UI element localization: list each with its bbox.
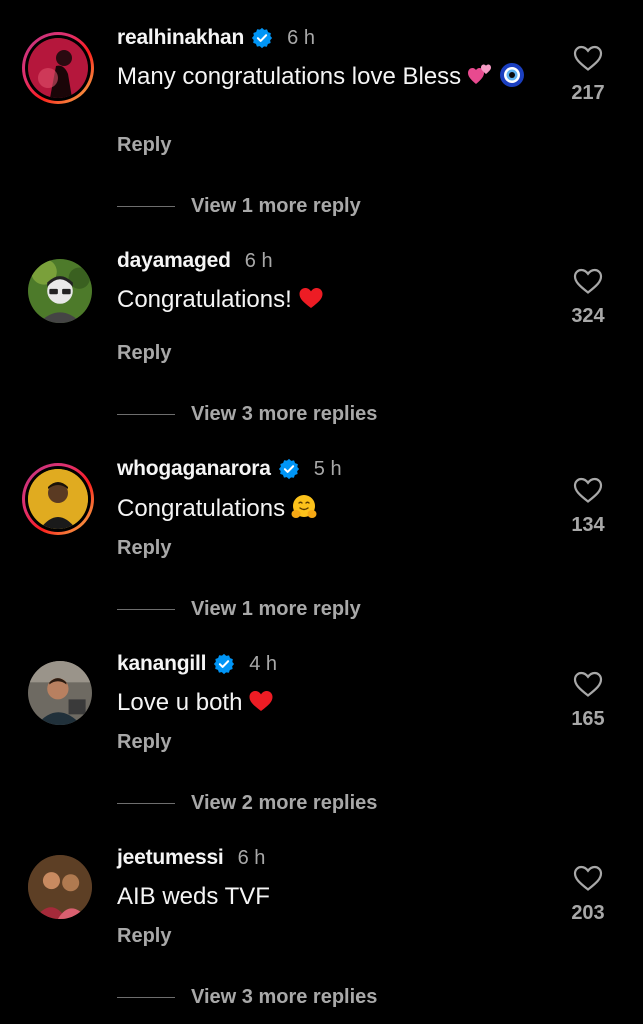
nazar-amulet-icon [500,63,525,87]
avatar[interactable] [28,661,92,725]
like-control: 134 [560,476,616,537]
comment-time: 6 h [244,249,273,272]
comment-text: AIB weds TVF [117,882,537,912]
view-replies-button[interactable]: View 1 more reply [117,192,361,220]
heart-icon[interactable] [573,864,603,892]
comment-username[interactable]: realhinakhan [117,26,244,50]
red-heart-icon [249,691,273,711]
verified-badge-icon [214,653,235,675]
heart-icon[interactable] [573,476,603,504]
divider-line [117,996,175,998]
verified-badge-icon [278,458,299,480]
comment-username[interactable]: whogaganarora [117,457,271,481]
comment-text: Many congratulations love Bless [117,62,537,92]
comment-time: 6 h [287,26,315,49]
reply-button[interactable]: Reply [117,134,171,157]
view-replies-button[interactable]: View 2 more replies [117,789,377,817]
verified-badge-icon [252,27,273,49]
avatar-image [28,38,88,98]
like-control: 324 [560,267,616,328]
comment-body: Love u both [117,689,243,716]
like-control: 165 [560,670,616,731]
avatar-image [28,259,92,323]
avatar[interactable] [22,32,94,104]
like-count: 203 [571,902,605,924]
like-count: 324 [571,305,605,327]
heart-icon[interactable] [573,44,603,72]
like-count: 217 [571,82,605,104]
view-replies-label: View 1 more reply [191,597,361,620]
divider-line [117,608,175,610]
like-count: 165 [571,708,605,730]
avatar[interactable] [28,855,92,919]
view-replies-label: View 3 more replies [191,985,378,1008]
comment-body: Many congratulations love Bless [117,63,462,90]
reply-button[interactable]: Reply [117,925,171,948]
comment-text: Congratulations! [117,285,537,315]
comment-text: Love u both [117,688,537,718]
view-replies-label: View 2 more replies [191,791,378,814]
like-count: 134 [571,514,605,536]
like-control: 217 [560,44,616,105]
reply-button[interactable]: Reply [117,537,171,560]
two-hearts-icon [468,64,492,84]
comment-username[interactable]: jeetumessi [117,846,224,870]
comment-time: 5 h [313,457,342,480]
comment-time: 6 h [237,846,266,869]
avatar-image [28,469,88,529]
heart-icon[interactable] [573,670,603,698]
view-replies-label: View 3 more replies [191,402,378,425]
comment-username[interactable]: kanangill [117,652,206,676]
comment-username[interactable]: dayamaged [117,249,231,273]
avatar[interactable] [28,259,92,323]
view-replies-button[interactable]: View 3 more replies [117,400,377,428]
red-heart-icon [299,288,323,308]
avatar-image [28,855,92,919]
comment-time: 4 h [249,652,278,675]
like-control: 203 [560,864,616,925]
avatar-image [28,661,92,725]
reply-button[interactable]: Reply [117,342,171,365]
view-replies-button[interactable]: View 3 more replies [117,983,377,1011]
comment-body: AIB weds TVF [117,883,270,910]
comment-body: Congratulations! [117,286,292,313]
view-replies-button[interactable]: View 1 more reply [117,595,361,623]
avatar[interactable] [22,463,94,535]
reply-button[interactable]: Reply [117,731,171,754]
divider-line [117,802,175,804]
divider-line [117,205,175,207]
comment-body: Congratulations [117,495,286,522]
view-replies-label: View 1 more reply [191,194,361,217]
comment-text: Congratulations [117,494,537,524]
heart-icon[interactable] [573,267,603,295]
hugging-face-icon [291,495,317,518]
divider-line [117,413,175,415]
